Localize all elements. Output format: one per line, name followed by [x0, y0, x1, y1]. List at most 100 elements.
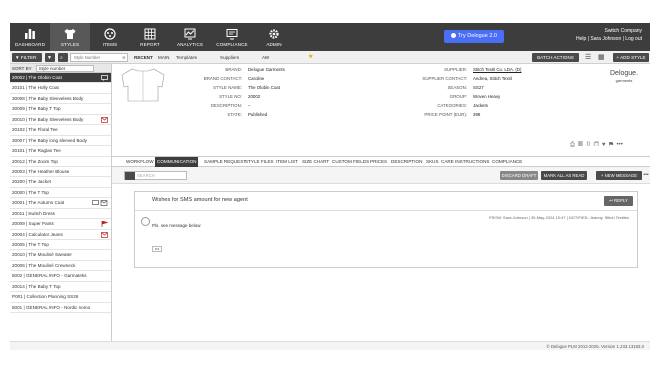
list-item[interactable]: 20102 | The Floral Tee: [10, 125, 111, 136]
tab-style-files[interactable]: STYLE FILES: [243, 157, 276, 167]
tab-size-chart[interactable]: SIZE CHART: [300, 157, 331, 167]
grid-view-icon[interactable]: ▦: [598, 53, 605, 62]
mail-icon: [101, 116, 108, 123]
list-item[interactable]: 20005 | The T Top: [10, 240, 111, 251]
field-label: BRAND CONTACT:: [203, 75, 242, 81]
reply-button[interactable]: ↩ REPLY: [604, 196, 633, 206]
message-search-input[interactable]: SEARCH: [124, 171, 187, 180]
list-item[interactable]: 5001 | GENERAL INFO - Nordic nomo: [10, 303, 111, 314]
field-value: Jackets: [473, 102, 488, 108]
list-item[interactable]: 30101 | The Raglan Tee: [10, 146, 111, 157]
heart-icon[interactable]: ♥: [602, 142, 606, 148]
nav-report[interactable]: REPORT: [130, 23, 170, 51]
nav-admin[interactable]: ADMIN: [254, 23, 294, 51]
tab-compliance[interactable]: COMPLIANCE: [490, 157, 524, 167]
try-delogue-button[interactable]: Try Delogue 2.0: [444, 30, 504, 43]
search-icon: ⌕: [60, 55, 63, 61]
tab-communication[interactable]: COMMUNICATION: [155, 157, 199, 167]
list-item[interactable]: 20004 | Calculator Jeans: [10, 230, 111, 240]
new-message-button[interactable]: + NEW MESSAGE: [596, 171, 642, 180]
field-value: –: [248, 102, 251, 108]
tab-care-instructions[interactable]: CARE INSTRUCTIONS: [439, 157, 492, 167]
list-item[interactable]: 30010 | The Baby Sleeveless Body: [10, 115, 111, 126]
envelope-icon: [141, 217, 150, 226]
list-item[interactable]: 20200 | The Jacket: [10, 177, 111, 188]
nav-dashboard[interactable]: DASHBOARD: [10, 23, 50, 51]
funnel-icon: ▼: [47, 55, 52, 61]
flag-icon[interactable]: ⚑: [609, 142, 613, 148]
tab-aw[interactable]: AW: [262, 53, 269, 62]
copy-icon[interactable]: ❐: [594, 142, 599, 148]
supplier-link[interactable]: Stitch Textil Co. LDA. (D): [473, 66, 521, 75]
tab-prices[interactable]: PRICES: [368, 157, 389, 167]
field-value: 399: [473, 111, 481, 117]
sort-select[interactable]: Style number: [35, 65, 94, 73]
message-meta: FROM: Sara Johnson | 30-May-2024 10:47 |…: [489, 215, 629, 220]
filter-button[interactable]: ▼ FILTER: [12, 53, 42, 62]
more-icon[interactable]: •••: [642, 171, 650, 180]
tab-main[interactable]: MAIN: [158, 53, 169, 62]
list-item[interactable]: P001 | Collection Planning SS26: [10, 292, 111, 303]
clear-filter-button[interactable]: ▼: [45, 53, 55, 62]
print-icon[interactable]: ⎙: [570, 142, 575, 148]
tab-description[interactable]: DESCRIPTION: [389, 157, 424, 167]
list-item[interactable]: 20101 | The Holly Coat: [10, 83, 111, 94]
nav-analytics[interactable]: ANALYTICS: [170, 23, 210, 51]
list-item[interactable]: 30008 | The Baby Sleeveless Body: [10, 94, 111, 105]
flag-icon: [101, 221, 108, 228]
list-item[interactable]: 5002 | GENERAL INFO - Garmateks: [10, 271, 111, 282]
mark-all-read-button[interactable]: MARK ALL AS READ: [541, 171, 587, 180]
toolbar: ▼ FILTER ▼ ⌕ ⊗ RECENT MAIN Templates Sup…: [10, 51, 650, 64]
user-links[interactable]: Help | Sara Johnson | Log out: [576, 35, 642, 43]
style-actions: ⎙ ▤ ▯ ❐ ♥ ⚑ •••: [570, 142, 623, 149]
tab-item-list[interactable]: ITEM LIST: [274, 157, 300, 167]
field-value: Caroline: [248, 75, 265, 81]
field-label: STYLE NO:: [219, 93, 242, 99]
message-card[interactable]: Wishes for SMS amount for new agent ↩ RE…: [134, 191, 638, 268]
app-window: DASHBOARD STYLES ITEMS REPORT ANALYTICS …: [10, 23, 650, 350]
printer-icon[interactable]: ▤: [578, 142, 583, 148]
list-item[interactable]: 20012 | The Zoom Top: [10, 157, 111, 167]
search-button[interactable]: ⌕: [58, 53, 68, 62]
expand-message-button[interactable]: •••: [152, 246, 162, 252]
garment-sketch-image: [121, 68, 165, 102]
batch-actions-button[interactable]: BATCH ACTIONS: [532, 53, 579, 62]
star-icon[interactable]: ★: [308, 53, 313, 62]
communication-toolbar: SEARCH DISCARD DRAFT MARK ALL AS READ + …: [112, 167, 650, 184]
tab-suppliers[interactable]: Suppliers: [220, 53, 239, 62]
field-label: DESCRIPTION:: [210, 102, 242, 108]
tab-templates[interactable]: Templates: [176, 53, 197, 62]
document-icon[interactable]: ▯: [586, 142, 591, 148]
list-item[interactable]: 20001 | The Autumn Coat: [10, 198, 111, 209]
clear-search-icon[interactable]: ⊗: [122, 53, 126, 62]
more-icon[interactable]: •••: [617, 142, 623, 148]
discard-draft-button[interactable]: DISCARD DRAFT: [500, 171, 538, 180]
list-item[interactable]: 30007 | The Baby long sleeved Body: [10, 136, 111, 147]
comment-mail-icon: [92, 200, 108, 207]
list-view-icon[interactable]: ☰: [585, 53, 591, 62]
style-fields-left: BRAND: Delogue Garments BRAND CONTACT: Caro…: [172, 66, 322, 126]
nav-items[interactable]: ITEMS: [90, 23, 130, 51]
list-item[interactable]: 20011 | Switch Dress: [10, 209, 111, 220]
style-search-input[interactable]: [70, 53, 128, 62]
mail-icon: [101, 231, 108, 238]
list-item[interactable]: 20006 | The Mouliné Crewneck: [10, 261, 111, 272]
tab-custom-fields[interactable]: CUSTOM FIELDS: [330, 157, 371, 167]
list-item[interactable]: 20010 | The Mouliné Sweater: [10, 250, 111, 261]
company-name: Switch Company: [604, 28, 642, 34]
add-style-button[interactable]: + ADD STYLE: [613, 53, 649, 62]
detail-tabs: WORKFLOW COMMUNICATION SAMPLE REQUEST STYLE…: [112, 156, 650, 167]
list-item[interactable]: 20000 | The T Top: [10, 188, 111, 199]
nav-compliance[interactable]: COMPLIANCE: [210, 23, 254, 51]
list-item[interactable]: 30014 | The Baby T Top: [10, 282, 111, 293]
list-item[interactable]: 20009 | Super Pants: [10, 219, 111, 230]
list-item[interactable]: 20002 | The Olobin Coat: [10, 73, 111, 84]
list-item[interactable]: 20003 | The Heather Blouse: [10, 167, 111, 178]
list-item[interactable]: 30009 | The Baby T Top: [10, 104, 111, 115]
tab-workflow[interactable]: WORKFLOW: [124, 157, 156, 167]
tab-recent[interactable]: RECENT: [134, 53, 153, 62]
tab-sample-request[interactable]: SAMPLE REQUEST: [202, 157, 248, 167]
field-label: BRAND:: [225, 67, 242, 72]
field-label: GROUP:: [449, 93, 467, 99]
nav-styles[interactable]: STYLES: [50, 23, 90, 51]
